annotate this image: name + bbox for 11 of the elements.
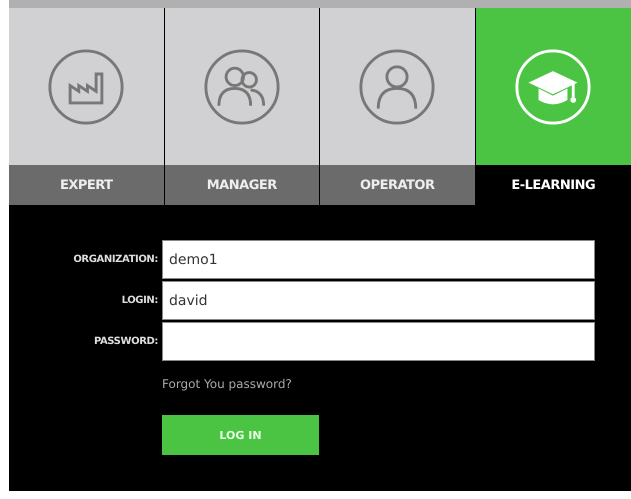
- input-field[interactable]: david: [162, 281, 595, 320]
- password-field[interactable]: [162, 322, 595, 361]
- factory-icon: [47, 48, 126, 126]
- field-label: ORGANIZATION:: [72, 254, 159, 265]
- forgot-password-link[interactable]: Forgot You password?: [162, 377, 292, 391]
- input-field[interactable]: demo1: [162, 240, 595, 279]
- graduation-cap-icon: [514, 48, 592, 126]
- people-icon: [202, 48, 281, 126]
- field-label: LOGIN:: [120, 295, 159, 306]
- person-icon: [358, 48, 436, 126]
- field-label: PASSWORD:: [92, 336, 159, 347]
